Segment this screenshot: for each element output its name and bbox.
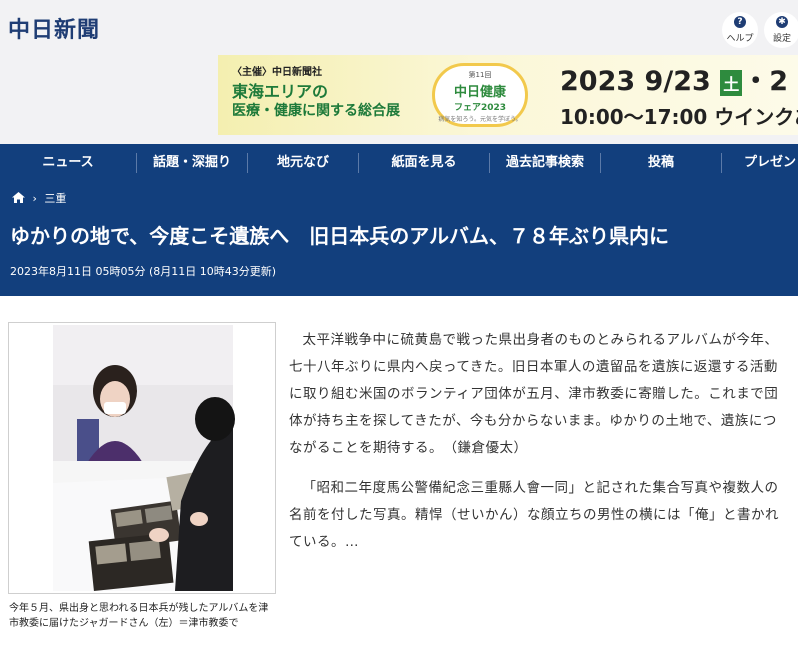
- banner-date-tail: ・2: [742, 66, 788, 97]
- banner-date: 2023 9/23 土・2: [560, 59, 788, 98]
- article-paragraph: 太平洋戦争中に硫黄島で戦った県出身者のものとみられるアルバムが今年、七十八年ぶり…: [289, 332, 779, 456]
- nav-item-news[interactable]: ニュース: [0, 144, 136, 182]
- banner-badge: 第11回 中日健康 フェア2023 病気を知ろう。元気を学ぼう。: [432, 63, 528, 127]
- gear-icon: ✱: [776, 16, 788, 28]
- main-nav: ニュース 話題・深掘り 地元なび 紙面を見る 過去記事検索 投稿 プレゼン: [0, 144, 798, 182]
- breadcrumb: › 三重: [12, 190, 66, 206]
- badge-tagline: 病気を知ろう。元気を学ぼう。: [438, 116, 522, 123]
- article-timestamp: 2023年8月11日 05時05分 (8月11日 10時43分更新): [10, 265, 277, 278]
- banner-time: 10:00〜17:00 ウインクあ: [560, 105, 798, 129]
- site-header: 中日新聞 ? ヘルプ ✱ 設定 〈主催〉中日新聞社 東海エリアの 医療・健康に関…: [0, 0, 798, 144]
- badge-title: 中日健康: [453, 85, 506, 100]
- photo-caption: 今年５月、県出身と思われる日本兵が残したアルバムを津市教委に届けたジャガードさん…: [9, 603, 269, 629]
- banner-line2: 医療・健康に関する総合展: [232, 103, 400, 119]
- site-logo[interactable]: 中日新聞: [8, 12, 100, 44]
- article-photo[interactable]: [8, 322, 276, 594]
- nav-item-present[interactable]: プレゼン: [722, 144, 798, 182]
- article-headline: ゆかりの地で、今度こそ遺族へ 旧日本兵のアルバム、７８年ぶり県内に: [10, 224, 669, 248]
- help-button[interactable]: ? ヘルプ: [722, 12, 758, 48]
- banner-day: 土: [720, 69, 743, 96]
- help-label: ヘルプ: [726, 34, 754, 44]
- breadcrumb-section[interactable]: 三重: [44, 192, 66, 205]
- banner-line1: 東海エリアの: [232, 82, 329, 101]
- banner-date-text: 2023 9/23: [560, 66, 711, 97]
- nav-item-local[interactable]: 地元なび: [248, 144, 358, 182]
- photo-image: [53, 325, 235, 592]
- chevron-right-icon: ›: [32, 192, 37, 205]
- banner-host: 〈主催〉中日新聞社: [232, 67, 322, 78]
- settings-button[interactable]: ✱ 設定: [764, 12, 798, 48]
- article-paragraph: 「昭和二年度馬公警備紀念三重縣人會一同」と記された集合写真や複数人の名前を付した…: [289, 480, 779, 550]
- badge-subtitle: フェア2023: [453, 103, 507, 113]
- badge-edition: 第11回: [468, 71, 492, 79]
- settings-label: 設定: [772, 34, 791, 44]
- article-header: › 三重 ゆかりの地で、今度こそ遺族へ 旧日本兵のアルバム、７８年ぶり県内に 2…: [0, 182, 798, 296]
- nav-item-paper[interactable]: 紙面を見る: [359, 144, 489, 182]
- nav-item-topics[interactable]: 話題・深掘り: [137, 144, 247, 182]
- nav-item-archive-search[interactable]: 過去記事検索: [490, 144, 600, 182]
- ad-banner[interactable]: 〈主催〉中日新聞社 東海エリアの 医療・健康に関する総合展 第11回 中日健康 …: [218, 55, 798, 135]
- article-body: 太平洋戦争中に硫黄島で戦った県出身者のものとみられるアルバムが今年、七十八年ぶり…: [289, 327, 779, 569]
- nav-item-submit[interactable]: 投稿: [601, 144, 721, 182]
- home-icon[interactable]: [12, 192, 25, 206]
- question-icon: ?: [734, 16, 746, 28]
